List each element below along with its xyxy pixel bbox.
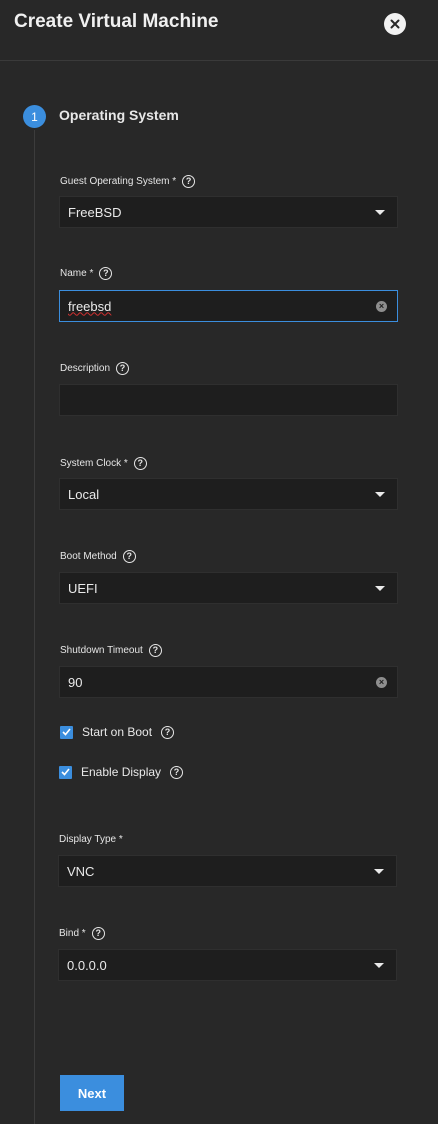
name-value: freebsd [68, 298, 112, 314]
help-icon[interactable]: ? [161, 725, 175, 739]
step-number-badge: 1 [23, 105, 46, 128]
name-label-text: Name * [60, 268, 94, 279]
system-clock-label-text: System Clock * [60, 458, 128, 469]
stepper-line [34, 130, 35, 1124]
shutdown-timeout-value: 90 [68, 674, 83, 690]
boot-method-value: UEFI [68, 580, 98, 596]
guest-os-select[interactable]: FreeBSD [59, 196, 398, 228]
description-input[interactable] [59, 384, 398, 416]
help-icon[interactable]: ? [133, 457, 147, 470]
bind-value: 0.0.0.0 [67, 957, 107, 973]
dialog-title: Create Virtual Machine [14, 11, 219, 32]
guest-os-value: FreeBSD [68, 204, 122, 220]
chevron-down-icon [375, 491, 385, 497]
help-icon[interactable]: ? [122, 550, 136, 563]
display-type-label-text: Display Type * [59, 834, 123, 845]
display-type-value: VNC [67, 863, 95, 879]
name-input[interactable]: freebsd × [59, 290, 398, 322]
guest-os-label: Guest Operating System * ? [60, 175, 196, 188]
description-label-text: Description [60, 363, 111, 374]
close-icon [390, 19, 400, 29]
description-label: Description ? [60, 362, 130, 375]
clear-icon[interactable]: × [376, 676, 387, 688]
system-clock-value: Local [68, 486, 100, 502]
shutdown-timeout-label-text: Shutdown Timeout [60, 645, 143, 656]
bind-select[interactable]: 0.0.0.0 [58, 949, 397, 981]
chevron-down-icon [375, 585, 385, 591]
boot-method-label: Boot Method ? [60, 550, 136, 563]
help-icon[interactable]: ? [91, 927, 105, 940]
help-icon[interactable]: ? [148, 644, 162, 657]
step-title: Operating System [59, 107, 179, 123]
system-clock-label: System Clock * ? [60, 457, 147, 470]
name-label: Name * ? [60, 267, 113, 280]
dialog-header: Create Virtual Machine [0, 0, 438, 61]
bind-label-text: Bind * [59, 928, 86, 939]
shutdown-timeout-input[interactable]: 90 × [59, 666, 398, 698]
next-button[interactable]: Next [60, 1075, 124, 1111]
close-button[interactable] [384, 13, 406, 35]
guest-os-label-text: Guest Operating System * [60, 176, 177, 187]
boot-method-label-text: Boot Method [60, 551, 117, 562]
checkbox-checked-icon[interactable] [59, 765, 72, 779]
start-on-boot-label: Start on Boot [82, 725, 153, 739]
chevron-down-icon [375, 209, 385, 215]
boot-method-select[interactable]: UEFI [59, 572, 398, 604]
help-icon[interactable]: ? [170, 765, 184, 779]
help-icon[interactable]: ? [116, 362, 130, 375]
chevron-down-icon [374, 868, 384, 874]
shutdown-timeout-label: Shutdown Timeout ? [60, 644, 162, 657]
system-clock-select[interactable]: Local [59, 478, 398, 510]
start-on-boot-checkbox[interactable]: Start on Boot ? [60, 725, 175, 739]
display-type-label: Display Type * [59, 834, 123, 845]
display-type-select[interactable]: VNC [58, 855, 397, 887]
help-icon[interactable]: ? [99, 267, 113, 280]
chevron-down-icon [374, 962, 384, 968]
clear-icon[interactable]: × [376, 300, 387, 312]
enable-display-checkbox[interactable]: Enable Display ? [59, 765, 184, 779]
checkbox-checked-icon[interactable] [60, 725, 73, 739]
bind-label: Bind * ? [59, 927, 105, 940]
help-icon[interactable]: ? [182, 175, 196, 188]
enable-display-label: Enable Display [81, 765, 162, 779]
